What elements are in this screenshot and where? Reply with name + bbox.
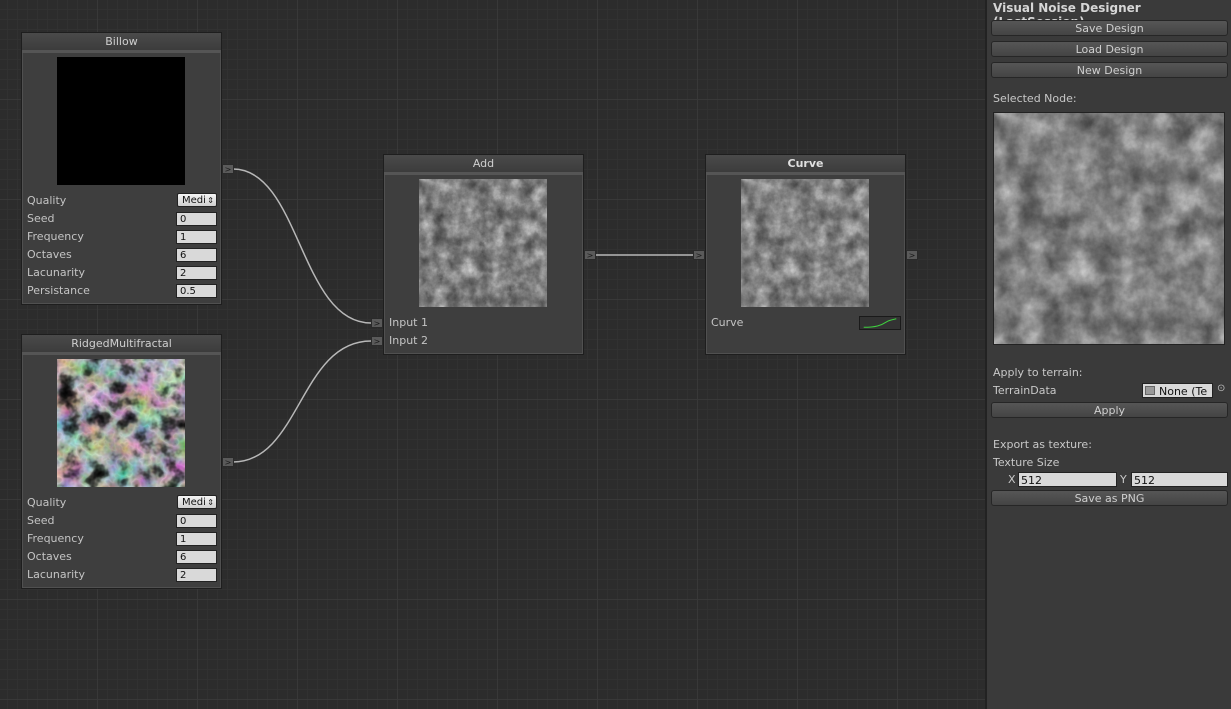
billow-output-port[interactable]: > (222, 164, 234, 174)
object-picker-icon[interactable]: ⊙ (1217, 383, 1225, 394)
wire-billow-to-add-input1 (232, 168, 372, 324)
billow-frequency-label: Frequency (27, 230, 84, 243)
add-input1-label: Input 1 (389, 316, 428, 329)
ridged-preview-image (57, 359, 185, 487)
apply-button[interactable]: Apply (991, 402, 1228, 418)
texture-x-label: X (1008, 473, 1016, 486)
node-graph-canvas[interactable]: Billow Quality Medi ⇕ Seed 0 Frequency 1 Oc… (0, 0, 985, 709)
texture-size-label: Texture Size (993, 456, 1060, 469)
curve-node-title[interactable]: Curve (706, 155, 905, 175)
ridged-quality-dropdown[interactable]: Medi ⇕ (177, 495, 217, 509)
texture-y-label: Y (1120, 473, 1127, 486)
ridged-seed-label: Seed (27, 514, 55, 527)
billow-node[interactable]: Billow Quality Medi ⇕ Seed 0 Frequency 1 Oc… (21, 32, 234, 305)
ridged-lacunarity-field[interactable]: 2 (176, 568, 217, 582)
ridged-seed-field[interactable]: 0 (176, 514, 217, 528)
selected-node-label: Selected Node: (993, 92, 1077, 105)
curve-label: Curve (711, 316, 744, 329)
dropdown-arrow-icon: ⇕ (207, 498, 214, 507)
ridged-quality-label: Quality (27, 496, 67, 509)
curve-input-port[interactable]: > (693, 250, 705, 260)
texture-y-field[interactable]: 512 (1131, 472, 1228, 487)
add-output-port[interactable]: > (584, 250, 596, 260)
terrain-data-label: TerrainData (993, 384, 1057, 397)
billow-node-title[interactable]: Billow (22, 33, 221, 53)
billow-lacunarity-label: Lacunarity (27, 266, 86, 279)
add-node-title[interactable]: Add (384, 155, 583, 175)
billow-lacunarity-field[interactable]: 2 (176, 266, 217, 280)
ridged-frequency-label: Frequency (27, 532, 84, 545)
ridged-node-title[interactable]: RidgedMultifractal (22, 335, 221, 355)
selected-node-preview (993, 112, 1225, 345)
curve-line-icon (863, 318, 897, 328)
billow-seed-label: Seed (27, 212, 55, 225)
terrain-asset-icon (1145, 386, 1155, 395)
ridged-quality-value: Medi (182, 497, 206, 508)
billow-persistance-label: Persistance (27, 284, 90, 297)
add-node[interactable]: Add > Input 1 > Input 2 > (371, 154, 596, 355)
curve-editor-field[interactable] (859, 316, 901, 330)
designer-panel: Visual Noise Designer (LastSession) Save… (985, 0, 1231, 709)
billow-preview-image (57, 57, 185, 185)
ridged-lacunarity-label: Lacunarity (27, 568, 86, 581)
load-design-button[interactable]: Load Design (991, 41, 1228, 57)
add-input2-port[interactable]: > (371, 336, 383, 346)
billow-frequency-field[interactable]: 1 (176, 230, 217, 244)
export-as-texture-label: Export as texture: (993, 438, 1092, 451)
billow-octaves-field[interactable]: 6 (176, 248, 217, 262)
billow-quality-value: Medi (182, 195, 206, 206)
curve-preview-image (741, 179, 869, 307)
billow-seed-field[interactable]: 0 (176, 212, 217, 226)
billow-quality-dropdown[interactable]: Medi ⇕ (177, 193, 217, 207)
new-design-button[interactable]: New Design (991, 62, 1228, 78)
save-design-button[interactable]: Save Design (991, 20, 1228, 36)
billow-quality-label: Quality (27, 194, 67, 207)
curve-output-port[interactable]: > (906, 250, 918, 260)
ridged-output-port[interactable]: > (222, 457, 234, 467)
billow-octaves-label: Octaves (27, 248, 72, 261)
terrain-data-field[interactable]: None (Te (1142, 383, 1213, 398)
add-input2-label: Input 2 (389, 334, 428, 347)
ridged-multifractal-node[interactable]: RidgedMultifractal Quality Medi ⇕ Seed 0 F… (21, 334, 234, 589)
apply-to-terrain-label: Apply to terrain: (993, 366, 1083, 379)
texture-x-field[interactable]: 512 (1018, 472, 1117, 487)
dropdown-arrow-icon: ⇕ (207, 196, 214, 205)
wire-ridged-to-add-input2 (232, 340, 372, 463)
ridged-frequency-field[interactable]: 1 (176, 532, 217, 546)
add-input1-port[interactable]: > (371, 318, 383, 328)
curve-node[interactable]: Curve Curve > > (693, 154, 918, 355)
ridged-octaves-label: Octaves (27, 550, 72, 563)
terrain-data-value: None (Te (1159, 385, 1208, 398)
save-as-png-button[interactable]: Save as PNG (991, 490, 1228, 506)
add-preview-image (419, 179, 547, 307)
ridged-octaves-field[interactable]: 6 (176, 550, 217, 564)
billow-persistance-field[interactable]: 0.5 (176, 284, 217, 298)
